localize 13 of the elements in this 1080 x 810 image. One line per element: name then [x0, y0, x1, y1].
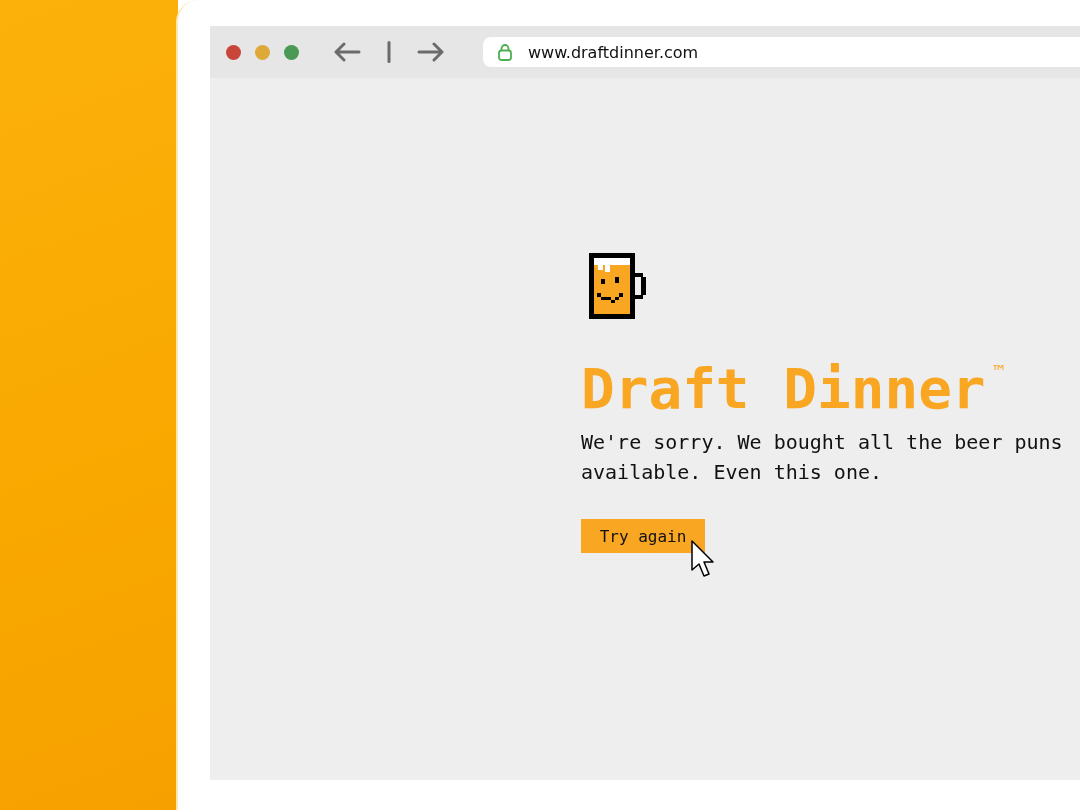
url-text: www.draftdinner.com [528, 42, 699, 62]
separator-icon [387, 41, 391, 63]
try-again-button[interactable]: Try again [581, 519, 705, 553]
brand-title: Draft Dinner [581, 357, 986, 421]
mouse-pointer-icon [691, 540, 715, 578]
trademark-sign: ™ [993, 361, 1005, 382]
back-arrow-icon[interactable] [333, 42, 361, 62]
address-bar[interactable]: www.draftdinner.com [483, 37, 1080, 67]
error-message: We're sorry. We bought all the beer puns available. Even this one. [581, 429, 1064, 486]
close-window-icon[interactable] [226, 44, 241, 60]
maximize-window-icon[interactable] [284, 44, 299, 60]
forward-arrow-icon[interactable] [417, 42, 445, 62]
lock-icon [498, 43, 512, 61]
